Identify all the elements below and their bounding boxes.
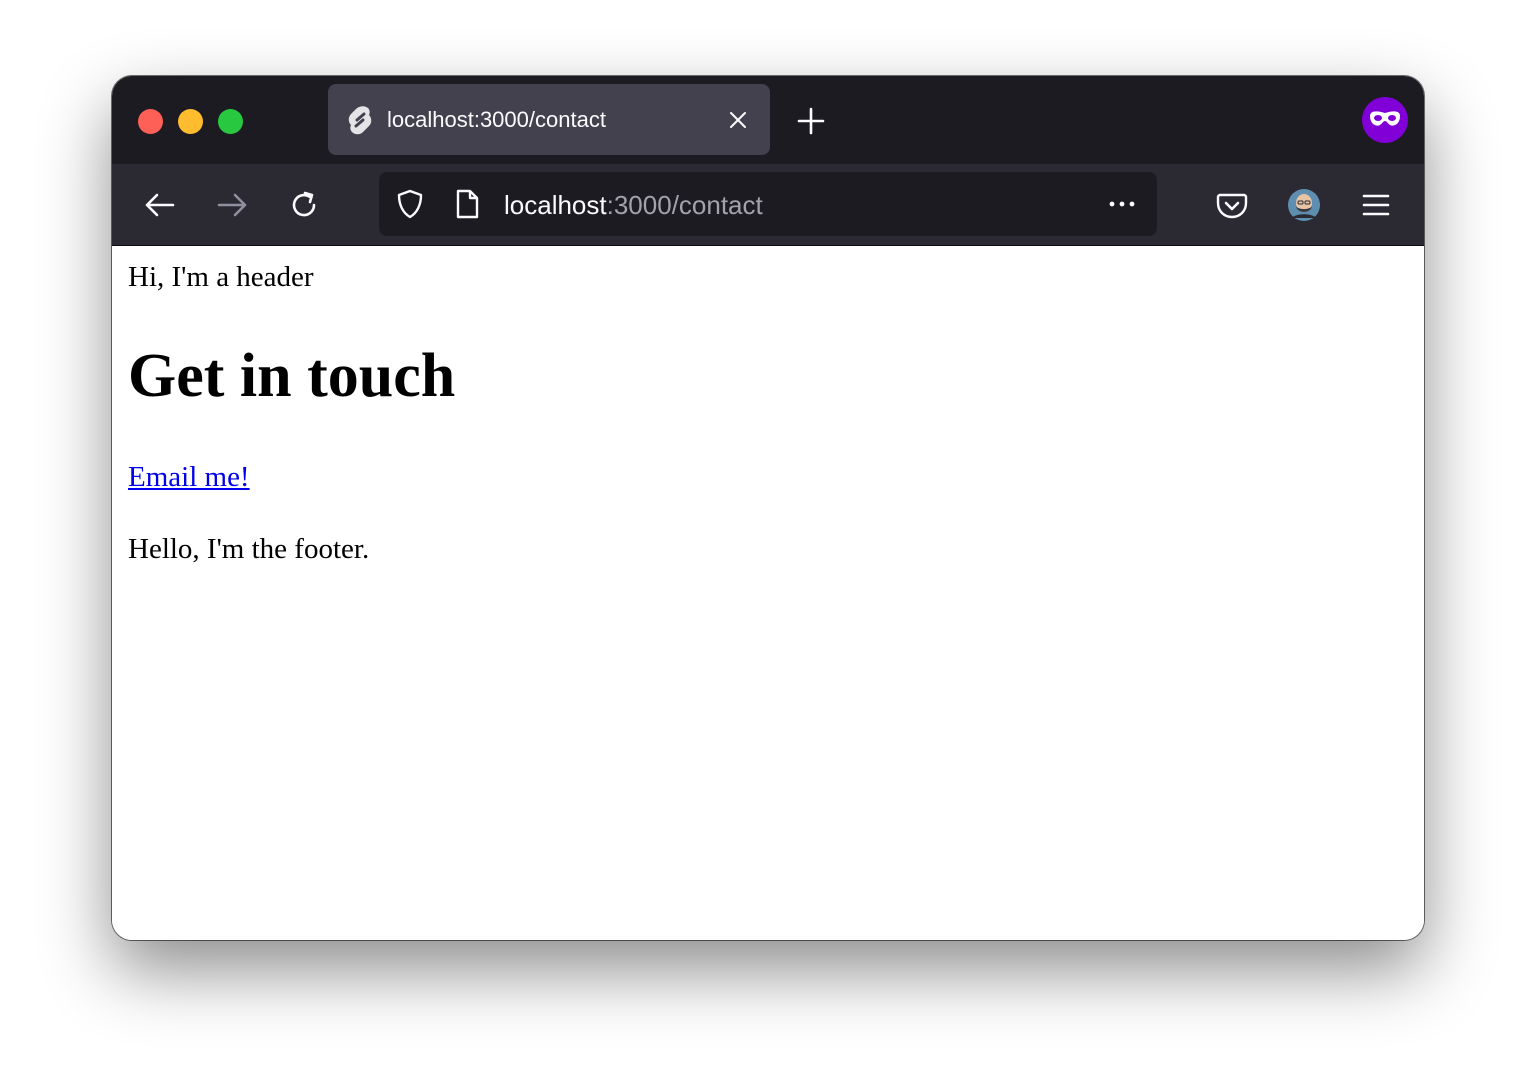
page-footer: Hello, I'm the footer.: [128, 533, 370, 565]
svelte-icon: [348, 106, 372, 135]
private-browsing-icon: [1362, 97, 1408, 143]
more-actions-icon[interactable]: [1106, 188, 1138, 220]
page-content: Hi, I'm a header Get in touch Email me! …: [112, 246, 1424, 940]
hamburger-menu-icon[interactable]: [1359, 188, 1393, 222]
page-icon[interactable]: [451, 188, 483, 220]
window-maximize-button[interactable]: [218, 109, 243, 134]
navigation-toolbar: localhost:3000/contact: [112, 164, 1424, 246]
tab-title: localhost:3000/contact: [387, 107, 606, 132]
url-host: localhost: [504, 190, 607, 220]
url-path: :3000/contact: [606, 190, 763, 220]
forward-arrow-icon[interactable]: [215, 188, 249, 222]
window-minimize-button[interactable]: [178, 109, 203, 134]
page-title: Get in touch: [128, 342, 456, 410]
tab-contact[interactable]: localhost:3000/contact: [328, 84, 770, 155]
account-avatar[interactable]: [1287, 188, 1321, 222]
shield-icon[interactable]: [394, 188, 426, 220]
browser-window: localhost:3000/contact localhost:3000/co…: [112, 76, 1424, 940]
page-header: Hi, I'm a header: [128, 261, 314, 293]
window-close-button[interactable]: [138, 109, 163, 134]
new-tab-icon[interactable]: [796, 106, 826, 136]
email-me-link[interactable]: Email me!: [128, 460, 250, 494]
reload-icon[interactable]: [287, 188, 321, 222]
address-bar[interactable]: localhost:3000/contact: [379, 172, 1157, 236]
close-tab-icon[interactable]: [726, 108, 750, 132]
pocket-icon[interactable]: [1215, 188, 1249, 222]
tab-strip: localhost:3000/contact: [112, 76, 1424, 164]
back-arrow-icon[interactable]: [143, 188, 177, 222]
url-text[interactable]: localhost:3000/contact: [504, 190, 763, 220]
